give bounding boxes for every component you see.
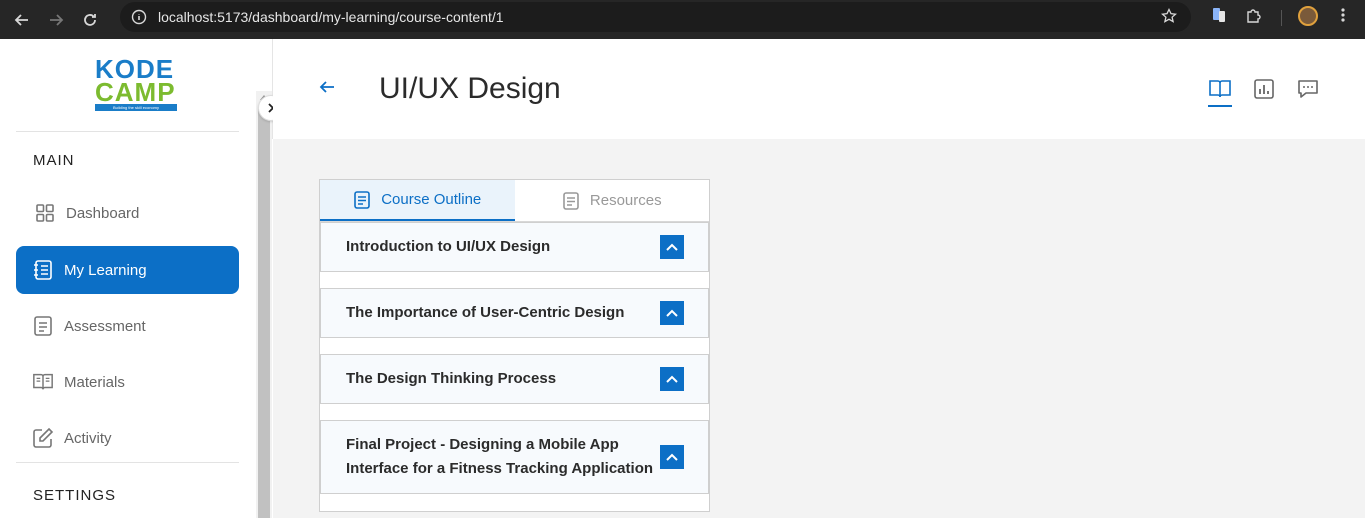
sidebar-item-my-learning[interactable]: My Learning (16, 246, 239, 294)
module-title: The Design Thinking Process (346, 370, 557, 387)
outline-icon (353, 190, 371, 210)
sidebar-item-label: My Learning (64, 261, 147, 279)
resources-icon (562, 191, 580, 211)
tab-resources[interactable]: Resources (515, 180, 710, 221)
chevron-up-icon[interactable] (660, 235, 684, 259)
sidebar-item-activity[interactable]: Activity (16, 414, 239, 462)
sidebar-divider (16, 462, 239, 463)
module-title: The Importance of User-Centric Design (346, 304, 625, 321)
site-info-icon[interactable] (130, 8, 148, 26)
chevron-up-icon[interactable] (660, 445, 684, 469)
back-arrow-icon[interactable] (318, 78, 336, 101)
sidebar-item-label: Activity (64, 429, 112, 447)
active-tab-indicator (1208, 105, 1232, 107)
toolbar-separator (1281, 10, 1282, 26)
course-content-panel: Course Outline Resources Introduction to… (319, 179, 710, 512)
tab-label: Course Outline (381, 191, 482, 208)
back-nav-icon[interactable] (10, 8, 34, 32)
forward-nav-icon[interactable] (44, 8, 68, 32)
scroll-thumb[interactable] (258, 109, 270, 518)
tab-label: Resources (589, 192, 662, 209)
open-book-icon (32, 371, 54, 393)
sidebar-item-label: Dashboard (66, 204, 140, 222)
sidebar-scrollbar[interactable] (256, 91, 272, 518)
page-title: UI/UX Design (379, 72, 561, 105)
kodecamp-logo[interactable]: KODE CAMP Building the skill economy (95, 56, 180, 113)
module-item[interactable]: The Design Thinking Process (320, 354, 709, 404)
course-tabs: Course Outline Resources (320, 180, 709, 222)
module-title: Final Project - Designing a Mobile App I… (346, 436, 654, 477)
url-text[interactable]: localhost:5173/dashboard/my-learning/cou… (158, 9, 504, 25)
menu-dots-icon[interactable] (1336, 6, 1350, 29)
notebook-icon (32, 259, 54, 281)
section-title-settings: SETTINGS (33, 487, 117, 504)
book-icon[interactable] (1208, 78, 1232, 102)
section-title-main: MAIN (33, 152, 75, 169)
sidebar-item-dashboard[interactable]: Dashboard (16, 189, 239, 237)
sidebar: KODE CAMP Building the skill economy MAI… (0, 39, 256, 518)
module-item[interactable]: Final Project - Designing a Mobile App I… (320, 420, 709, 494)
page-header: UI/UX Design (273, 39, 1365, 139)
reload-icon[interactable] (78, 8, 102, 32)
module-item[interactable]: Introduction to UI/UX Design (320, 222, 709, 272)
edit-icon (32, 427, 54, 449)
sidebar-item-label: Materials (64, 373, 125, 391)
avatar[interactable] (1298, 6, 1318, 26)
tab-course-outline[interactable]: Course Outline (320, 180, 515, 221)
chat-icon[interactable] (1296, 78, 1320, 102)
sidebar-divider (16, 131, 239, 132)
browser-toolbar: localhost:5173/dashboard/my-learning/cou… (0, 0, 1365, 39)
sidebar-item-materials[interactable]: Materials (16, 358, 239, 406)
document-icon (32, 315, 54, 337)
chevron-up-icon[interactable] (660, 301, 684, 325)
puzzle-icon[interactable] (1245, 6, 1263, 29)
logo-camp: CAMP (95, 77, 176, 107)
chevron-up-icon[interactable] (660, 367, 684, 391)
module-item[interactable]: The Importance of User-Centric Design (320, 288, 709, 338)
sidebar-item-assessment[interactable]: Assessment (16, 302, 239, 350)
main-content: Course Outline Resources Introduction to… (273, 139, 1365, 518)
extension-icon[interactable] (1210, 6, 1228, 29)
chart-icon[interactable] (1253, 78, 1277, 102)
module-title: Introduction to UI/UX Design (346, 238, 551, 255)
address-bar[interactable]: localhost:5173/dashboard/my-learning/cou… (120, 2, 1191, 32)
sidebar-item-label: Assessment (64, 317, 146, 335)
grid-icon (34, 202, 56, 224)
bookmark-star-icon[interactable] (1160, 7, 1178, 29)
